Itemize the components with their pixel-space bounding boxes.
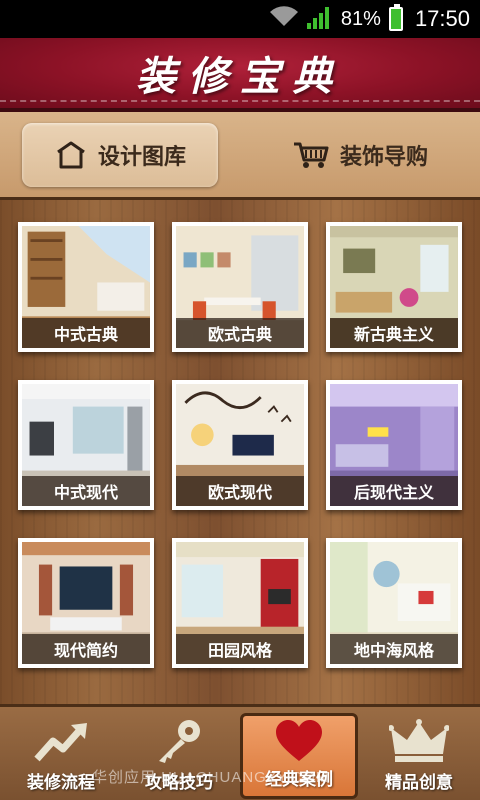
battery-percentage: 81% <box>340 7 381 30</box>
app-title: 装修宝典 <box>136 53 344 100</box>
style-tile-postmodern[interactable]: 后现代主义 <box>326 380 462 510</box>
tile-caption: 新古典主义 <box>330 318 458 348</box>
style-tile-chinese-classical[interactable]: 中式古典 <box>18 222 154 352</box>
tile-caption: 田园风格 <box>176 634 304 664</box>
clock: 17:50 <box>414 6 470 31</box>
tile-caption: 现代简约 <box>22 634 150 664</box>
key-icon <box>151 713 207 768</box>
tab-decoration-shopping[interactable]: 装饰导购 <box>262 123 458 187</box>
style-gallery-grid: 中式古典 欧式古典 新古典主义 中式现代 欧式现代 后现代主义 现代简约 田园风… <box>0 200 480 704</box>
style-tile-chinese-modern[interactable]: 中式现代 <box>18 380 154 510</box>
tab-label: 装饰导购 <box>339 144 428 170</box>
tile-caption: 欧式现代 <box>176 476 304 506</box>
watermark: 华创应用 HUACHUANGZY.COM <box>92 769 330 786</box>
tile-caption: 中式古典 <box>22 318 150 348</box>
status-bar: 81% 17:50 <box>0 0 480 38</box>
rising-arrow-icon <box>33 713 89 768</box>
category-tabs: 设计图库 装饰导购 <box>0 112 480 200</box>
shopping-cart-icon <box>292 140 330 170</box>
tab-design-gallery[interactable]: 设计图库 <box>22 122 218 187</box>
tile-caption: 后现代主义 <box>330 476 458 506</box>
style-tile-mediterranean[interactable]: 地中海风格 <box>326 538 462 668</box>
tile-caption: 地中海风格 <box>330 634 458 664</box>
tab-label: 设计图库 <box>97 144 186 170</box>
style-tile-european-modern[interactable]: 欧式现代 <box>172 380 308 510</box>
nav-label: 精品创意 <box>385 773 453 793</box>
wifi-icon <box>269 5 299 33</box>
nav-creative-ideas[interactable]: 精品创意 <box>360 713 478 799</box>
crown-icon <box>389 713 449 768</box>
style-tile-modern-minimalist[interactable]: 现代简约 <box>18 538 154 668</box>
nav-label: 装修流程 <box>27 773 95 793</box>
battery-icon <box>388 4 403 31</box>
heart-icon <box>274 716 324 765</box>
house-outline-icon <box>54 140 88 170</box>
tile-caption: 中式现代 <box>22 476 150 506</box>
app-header: 装修宝典 <box>0 38 480 112</box>
tile-caption: 欧式古典 <box>176 318 304 348</box>
signal-icon <box>306 5 333 34</box>
style-tile-neoclassical[interactable]: 新古典主义 <box>326 222 462 352</box>
style-tile-pastoral[interactable]: 田园风格 <box>172 538 308 668</box>
style-tile-european-classical[interactable]: 欧式古典 <box>172 222 308 352</box>
